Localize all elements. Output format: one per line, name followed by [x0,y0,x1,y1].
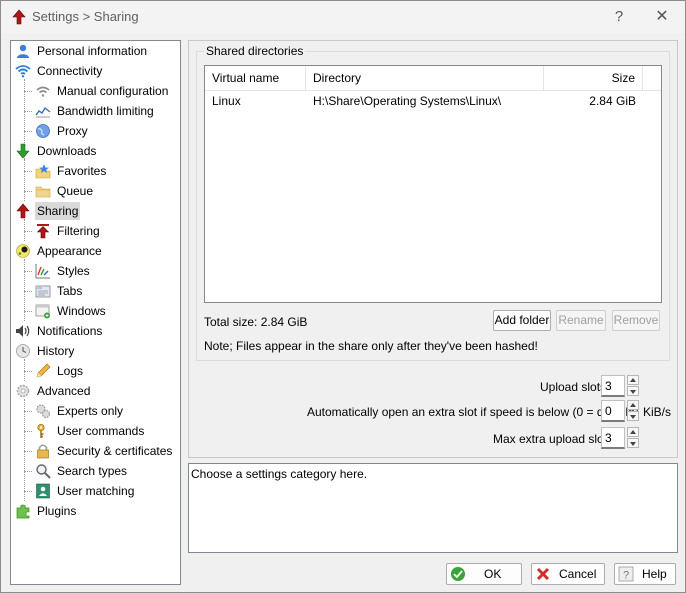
category-description: Choose a settings category here. [188,463,678,553]
cancel-button[interactable]: Cancel [531,563,605,585]
directory-cell: H:\Share\Operating Systems\Linux\ [313,94,502,108]
cross-icon [536,567,550,581]
extra-slot-up-button[interactable] [627,400,639,410]
rename-button[interactable]: Rename [556,310,606,331]
checkmark-icon [451,567,465,581]
shared-directories-title: Shared directories [204,44,306,58]
total-size-label: Total size: 2.84 GiB [204,315,308,329]
filter-arrow-icon [36,224,50,239]
styles-icon [35,264,50,279]
expert-gears-icon [36,404,51,419]
list-header: Virtual name Directory Size [205,66,661,91]
upload-slots-label: Upload slots [540,380,607,394]
max-extra-slots-label: Max extra upload slots [493,432,614,446]
puzzle-icon [16,504,30,519]
max-extra-slots-value[interactable]: 3 [601,427,625,449]
extra-slot-label: Automatically open an extra slot if spee… [307,405,639,419]
favorites-folder-icon [35,164,51,179]
gears-icon [16,384,30,398]
settings-window: Settings > Sharing ? ✕ Personal informat… [0,0,686,593]
ok-button[interactable]: OK [446,563,522,585]
cancel-label: Cancel [559,567,597,581]
download-arrow-icon [16,143,30,159]
extra-slot-unit: KiB/s [643,405,672,419]
upload-slots-down-button[interactable] [627,386,639,396]
help-label: Help [642,567,667,581]
upload-arrow-icon [16,203,30,219]
palette-icon [16,244,30,258]
max-extra-slots-up-button[interactable] [627,427,639,437]
add-folder-button[interactable]: Add folder [493,310,551,331]
extra-slot-down-button[interactable] [627,411,639,421]
upload-slots-value[interactable]: 3 [601,375,625,397]
column-header-directory[interactable]: Directory [306,66,544,91]
title-bar: Settings > Sharing ? ✕ [1,1,685,33]
remove-button[interactable]: Remove [612,310,660,331]
tabs-icon [35,285,51,298]
windows-icon [35,304,50,319]
svg-text:?: ? [623,570,629,582]
help-button[interactable]: ? Help [614,563,676,585]
close-button[interactable]: ✕ [651,7,673,27]
virtual-name-cell: Linux [212,94,241,108]
lock-icon [37,444,49,459]
upload-slots-up-button[interactable] [627,375,639,385]
bandwidth-chart-icon [35,106,51,118]
list-item[interactable]: Linux H:\Share\Operating Systems\Linux\ … [205,91,661,111]
max-extra-slots-spinner[interactable]: 3 [601,427,639,449]
globe-icon [36,124,50,138]
settings-category-tree[interactable]: Personal information Connectivity Manual… [10,40,181,585]
window-title: Settings > Sharing [32,9,139,24]
max-extra-slots-down-button[interactable] [627,438,639,448]
magnifier-icon [36,464,51,479]
wifi-icon [15,65,31,78]
size-cell: 2.84 GiB [589,94,636,108]
title-help-button[interactable]: ? [608,7,630,27]
column-header-virtual-name[interactable]: Virtual name [205,66,306,91]
hash-note: Note; Files appear in the share only aft… [204,339,538,353]
speaker-icon [16,325,30,337]
user-icon [17,44,29,58]
user-card-icon [36,483,50,499]
column-header-size[interactable]: Size [544,66,643,91]
queue-folder-icon [35,186,51,198]
upload-arrow-icon [12,9,26,25]
key-icon [37,423,45,438]
upload-slots-spinner[interactable]: 3 [601,375,639,397]
help-icon: ? [618,566,634,582]
ok-label: OK [484,567,502,581]
clock-icon [16,344,30,358]
extra-slot-spinner[interactable]: 0 [601,400,639,422]
extra-slot-value[interactable]: 0 [601,400,625,422]
wifi-gray-icon [36,86,50,97]
pencil-icon [36,363,51,378]
shared-directories-list[interactable]: Virtual name Directory Size Linux H:\Sha… [204,65,662,303]
